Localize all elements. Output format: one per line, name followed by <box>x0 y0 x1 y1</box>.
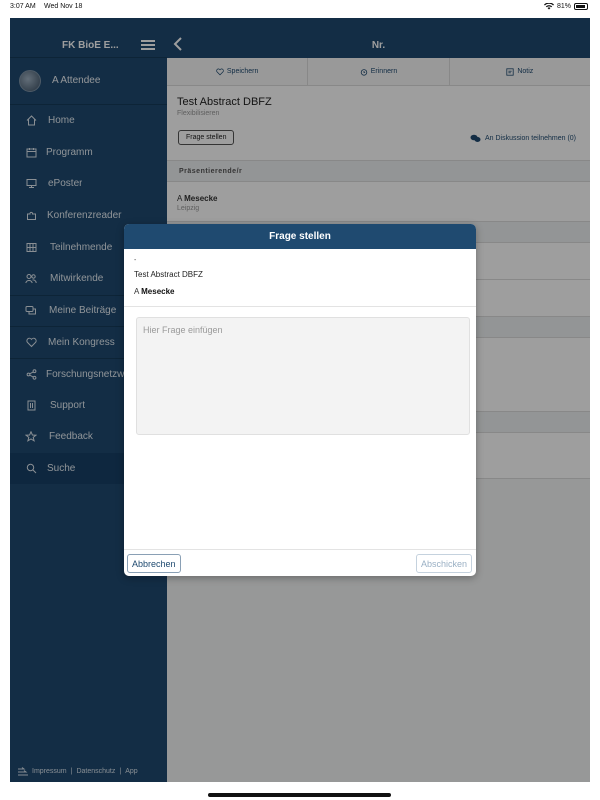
question-input[interactable] <box>136 317 470 435</box>
cancel-button[interactable]: Abbrechen <box>127 554 181 573</box>
battery-percent: 81% <box>556 3 571 10</box>
status-bar: 3:07 AM Wed Nov 18 81% <box>0 0 600 16</box>
dialog-title: Frage stellen <box>124 224 476 249</box>
home-indicator <box>208 793 391 797</box>
dialog-footer: Abbrechen Abschicken <box>124 549 476 576</box>
dialog-abstract-title: Test Abstract DBFZ <box>134 270 203 279</box>
dialog-abstract-info: - Test Abstract DBFZ A Mesecke <box>124 249 476 307</box>
status-time: 3:07 AM <box>10 3 36 10</box>
dialog-author: A Mesecke <box>134 287 175 296</box>
status-right: 81% <box>543 3 588 10</box>
dialog-dash: - <box>134 257 137 264</box>
send-button[interactable]: Abschicken <box>415 554 472 573</box>
battery-icon <box>574 3 588 10</box>
status-date: Wed Nov 18 <box>44 3 83 10</box>
ask-question-dialog: Frage stellen - Test Abstract DBFZ A Mes… <box>124 224 476 576</box>
wifi-icon <box>543 3 554 10</box>
